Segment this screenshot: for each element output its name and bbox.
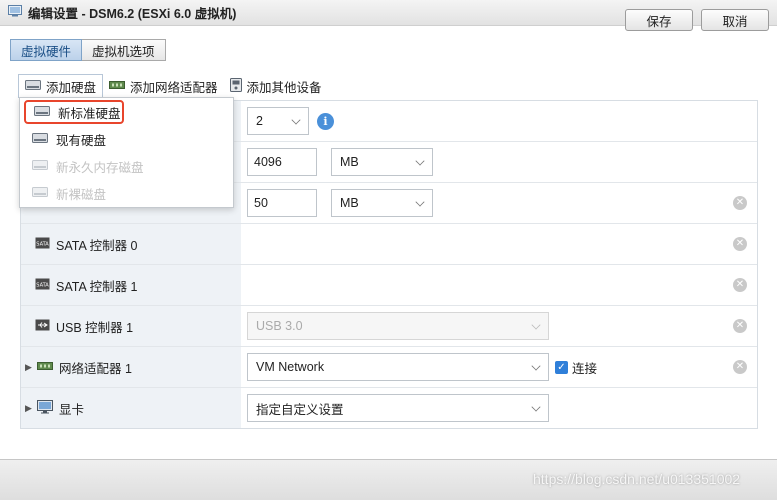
video-settings-value: 指定自定义设置 (256, 402, 344, 417)
sata-controller-0-label-cell: SATA SATA 控制器 0 (21, 224, 241, 264)
menu-item-existing-disk[interactable]: 现有硬盘 (24, 127, 229, 151)
chevron-down-icon (531, 320, 541, 330)
sata-controller-0-row: SATA SATA 控制器 0 ✕ (21, 224, 757, 265)
sata-controller-1-label: SATA 控制器 1 (56, 279, 138, 294)
cpu-count-value: 2 (256, 114, 263, 128)
video-card-label-cell[interactable]: ▶ 显卡 (21, 388, 241, 428)
usb-controller-label: USB 控制器 1 (56, 320, 134, 335)
connect-checkbox[interactable]: ✓ (555, 360, 568, 374)
video-card-label: 显卡 (59, 402, 85, 417)
expand-caret-icon[interactable]: ▶ (25, 362, 35, 373)
chevron-down-icon (291, 115, 301, 125)
sata-controller-1-row: SATA SATA 控制器 1 ✕ (21, 265, 757, 306)
usb-icon (35, 319, 50, 334)
cpu-row-value: 2 i (241, 101, 757, 141)
add-hard-disk-button[interactable]: 添加硬盘 (18, 74, 104, 98)
sata-icon: SATA (35, 237, 50, 252)
chevron-down-icon (415, 197, 425, 207)
info-icon[interactable]: i (317, 112, 334, 130)
network-adapter-row: ▶ 网络适配器 1 VM Network ✓ 连接 ✕ (21, 347, 757, 388)
chevron-down-icon (531, 361, 541, 371)
raw-disk-icon (32, 186, 48, 201)
add-other-device-button[interactable]: 添加其他设备 (224, 74, 328, 98)
sata-icon: SATA (35, 278, 50, 293)
menu-item-new-raw-disk: 新裸磁盘 (24, 181, 229, 205)
sata-controller-0-label: SATA 控制器 0 (56, 238, 138, 253)
remove-icon[interactable]: ✕ (733, 196, 747, 210)
usb-controller-value: USB 3.0 (241, 306, 757, 346)
network-adapter-value: VM Network ✓ 连接 (241, 347, 757, 387)
tab-vm-options[interactable]: 虚拟机选项 (82, 39, 166, 61)
sata-controller-1-label-cell: SATA SATA 控制器 1 (21, 265, 241, 305)
svg-text:SATA: SATA (36, 282, 49, 288)
network-adapter-label-cell[interactable]: ▶ 网络适配器 1 (21, 347, 241, 387)
memory-unit-value: MB (340, 155, 359, 169)
other-device-icon (229, 77, 242, 95)
memory-row-value: 4096 MB (241, 142, 757, 182)
remove-icon[interactable]: ✕ (733, 319, 747, 333)
usb-controller-label-cell: USB 控制器 1 (21, 306, 241, 346)
network-adapter-icon (109, 79, 126, 93)
save-button[interactable]: 保存 (625, 9, 693, 31)
svg-text:SATA: SATA (36, 241, 49, 247)
chevron-down-icon (531, 402, 541, 412)
memory-size-input[interactable]: 4096 (247, 148, 317, 176)
vm-settings-icon (8, 5, 22, 20)
connect-label: 连接 (572, 361, 598, 376)
video-settings-select[interactable]: 指定自定义设置 (247, 394, 549, 422)
disk-unit-select[interactable]: MB (331, 189, 433, 217)
add-other-device-label: 添加其他设备 (246, 80, 322, 95)
menu-item-label: 新裸磁盘 (56, 187, 107, 202)
usb-version-select: USB 3.0 (247, 312, 549, 340)
menu-item-label: 现有硬盘 (56, 133, 107, 148)
menu-item-label: 新永久内存磁盘 (56, 160, 144, 175)
hard-disk-icon (25, 79, 41, 94)
network-select[interactable]: VM Network (247, 353, 549, 381)
hard-disk-icon (32, 132, 48, 147)
disk-unit-value: MB (340, 196, 359, 210)
window-title: 编辑设置 - DSM6.2 (ESXi 6.0 虚拟机) (28, 7, 237, 21)
network-adapter-label: 网络适配器 1 (59, 361, 132, 376)
add-network-adapter-button[interactable]: 添加网络适配器 (103, 74, 224, 98)
tab-virtual-hardware[interactable]: 虚拟硬件 (10, 39, 83, 61)
memory-disk-icon (32, 159, 48, 174)
network-adapter-icon (37, 360, 53, 374)
remove-icon[interactable]: ✕ (733, 278, 747, 292)
menu-item-new-standard-disk[interactable]: 新标准硬盘 (24, 100, 124, 124)
monitor-icon (37, 399, 53, 417)
usb-controller-row: USB 控制器 1 USB 3.0 ✕ (21, 306, 757, 347)
add-hard-disk-menu: 新标准硬盘 现有硬盘 新永久内存磁盘 新裸磁盘 (19, 97, 234, 208)
chevron-down-icon (415, 156, 425, 166)
add-network-adapter-label: 添加网络适配器 (130, 80, 218, 95)
tab-bar: 虚拟硬件 虚拟机选项 (10, 39, 166, 61)
disk-size-input[interactable]: 50 (247, 189, 317, 217)
menu-item-label: 新标准硬盘 (58, 106, 121, 121)
hardware-toolbar: 添加硬盘 添加网络适配器 添加其他设备 (18, 74, 328, 98)
network-value: VM Network (256, 360, 325, 374)
hard-disk-row-value: 50 MB (241, 183, 757, 223)
cancel-button[interactable]: 取消 (701, 9, 769, 31)
memory-unit-select[interactable]: MB (331, 148, 433, 176)
cpu-count-select[interactable]: 2 (247, 107, 309, 135)
menu-item-new-persistent-memory-disk: 新永久内存磁盘 (24, 154, 229, 178)
usb-version-value: USB 3.0 (256, 319, 303, 333)
hard-disk-icon (34, 105, 50, 120)
watermark-text: https://blog.csdn.net/u013351002 (533, 471, 741, 487)
video-card-value: 指定自定义设置 (241, 388, 757, 428)
remove-icon[interactable]: ✕ (733, 360, 747, 374)
add-hard-disk-label: 添加硬盘 (46, 81, 97, 95)
video-card-row: ▶ 显卡 指定自定义设置 (21, 388, 757, 429)
expand-caret-icon[interactable]: ▶ (25, 403, 35, 414)
remove-icon[interactable]: ✕ (733, 237, 747, 251)
